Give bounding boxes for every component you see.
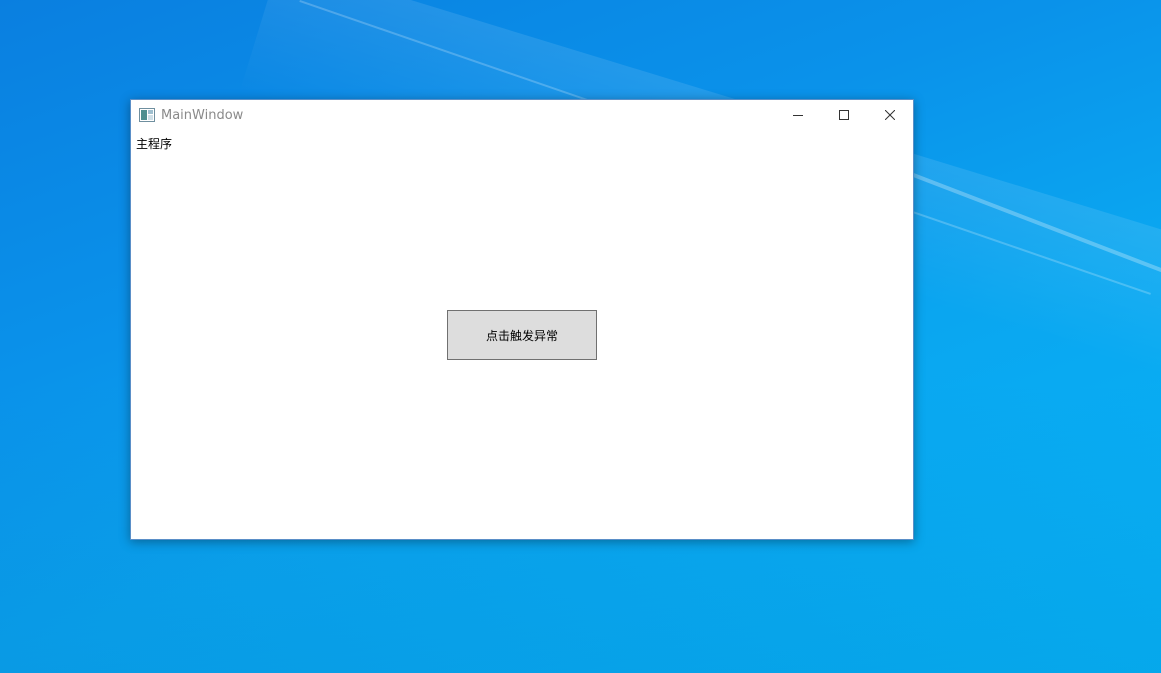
desktop-background: MainWindow 主程序 点击触发异常 <box>0 0 1161 673</box>
maximize-icon <box>839 110 849 120</box>
caption-buttons <box>775 100 913 130</box>
minimize-icon <box>793 115 803 116</box>
main-program-label: 主程序 <box>136 137 173 151</box>
minimize-button[interactable] <box>775 100 821 130</box>
close-button[interactable] <box>867 100 913 130</box>
main-window: MainWindow 主程序 点击触发异常 <box>130 99 914 540</box>
window-title: MainWindow <box>161 107 244 123</box>
window-app-icon <box>139 108 155 122</box>
maximize-button[interactable] <box>821 100 867 130</box>
close-icon <box>885 110 895 120</box>
window-client-area: 主程序 点击触发异常 <box>131 130 913 539</box>
window-titlebar[interactable]: MainWindow <box>131 100 913 130</box>
trigger-exception-button[interactable]: 点击触发异常 <box>447 310 597 360</box>
wallpaper-light-line <box>878 160 1161 315</box>
